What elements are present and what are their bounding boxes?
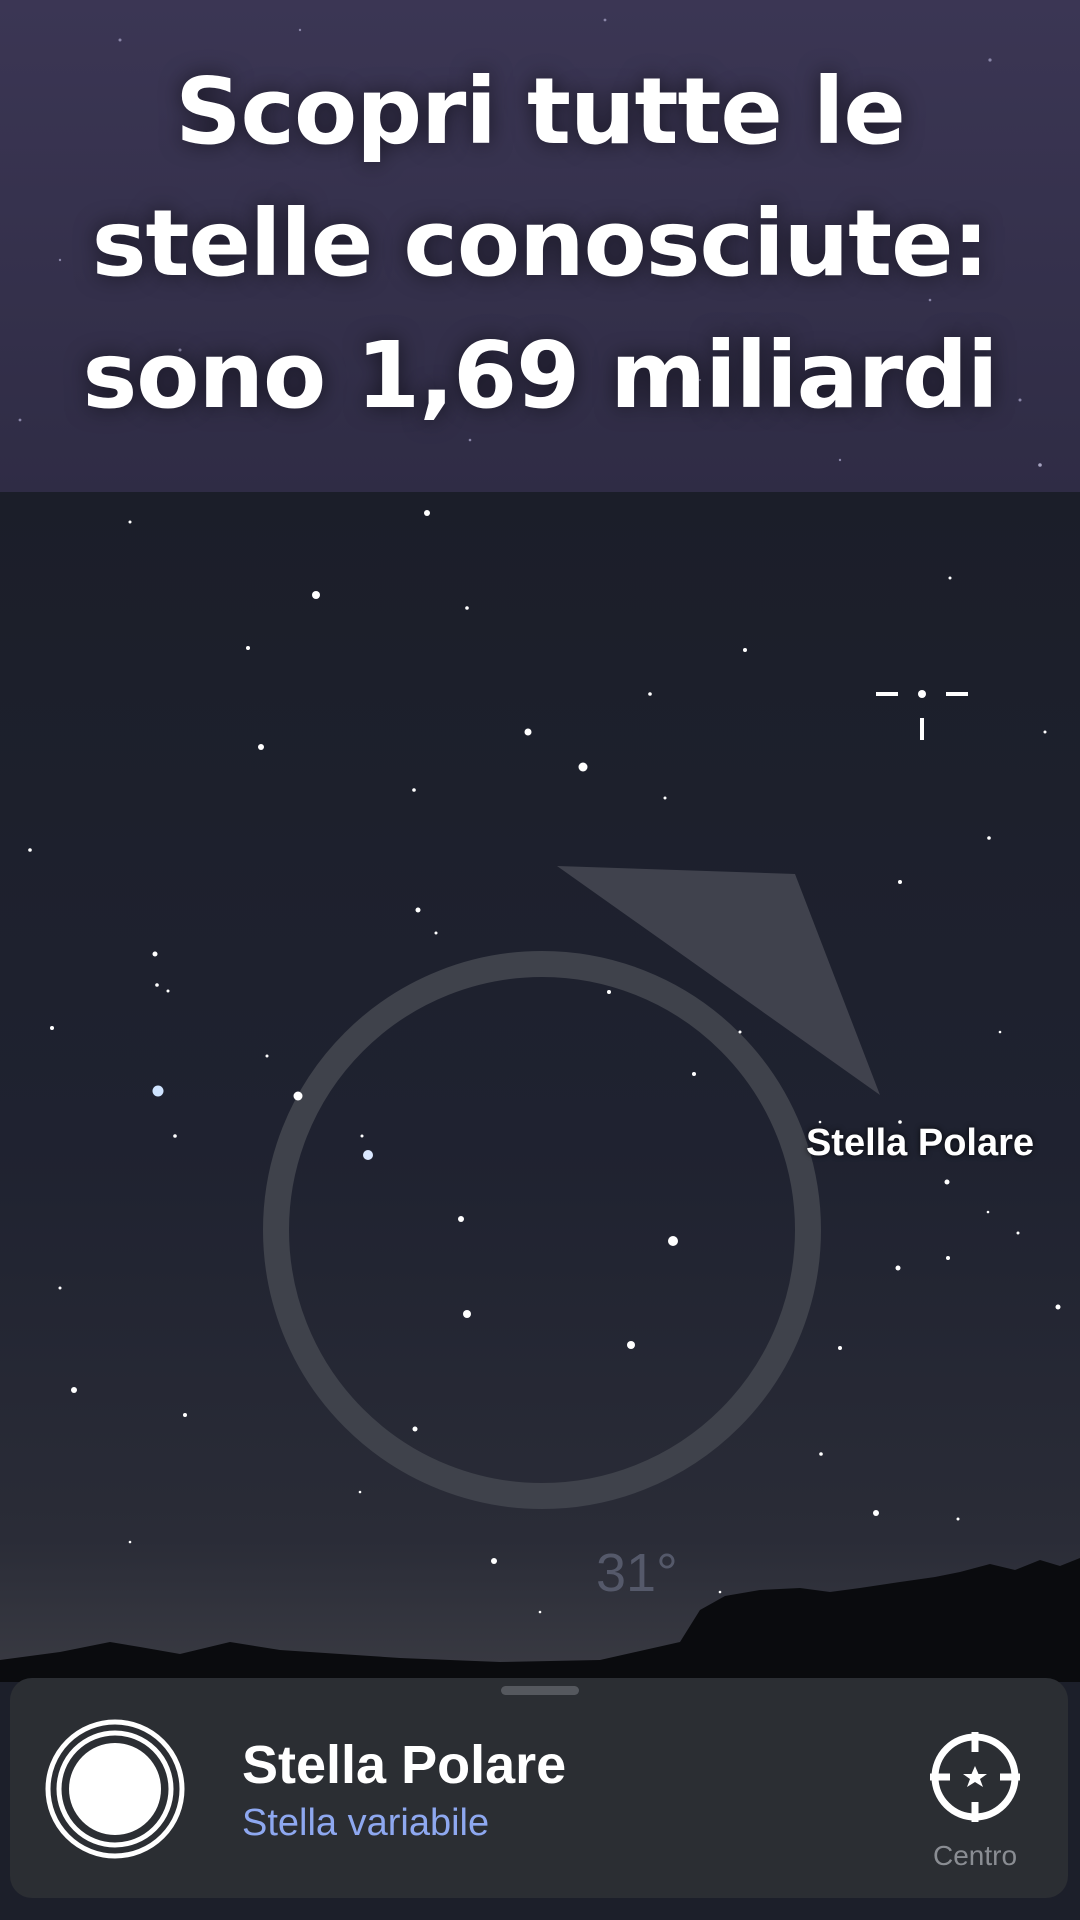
crosshair-star-icon [930,1732,1020,1822]
object-type: Stella variabile [242,1802,490,1844]
target-marker[interactable] [876,690,968,740]
banner-title: Scopri tutte le stelle conosciute: sono … [82,58,998,429]
center-button-label: Centro [932,1840,1018,1871]
drag-handle[interactable] [501,1686,579,1695]
center-button[interactable]: Centro [910,1730,1040,1890]
angle-readout: 31° [596,1543,678,1603]
guidance-ring [263,951,821,1509]
target-star-label[interactable]: Stella Polare [790,1122,1050,1165]
star-object-icon [45,1719,185,1859]
object-info-sheet[interactable]: Stella Polare Stella variabile Centro [10,1678,1068,1898]
sky-view[interactable]: Stella Polare 31° [0,492,1080,1682]
sky-canvas[interactable] [0,492,1080,1682]
object-name: Stella Polare [242,1735,567,1795]
promo-banner: Scopri tutte le stelle conosciute: sono … [0,0,1080,492]
horizon-silhouette [0,1558,1080,1682]
star-field [28,510,1061,1614]
